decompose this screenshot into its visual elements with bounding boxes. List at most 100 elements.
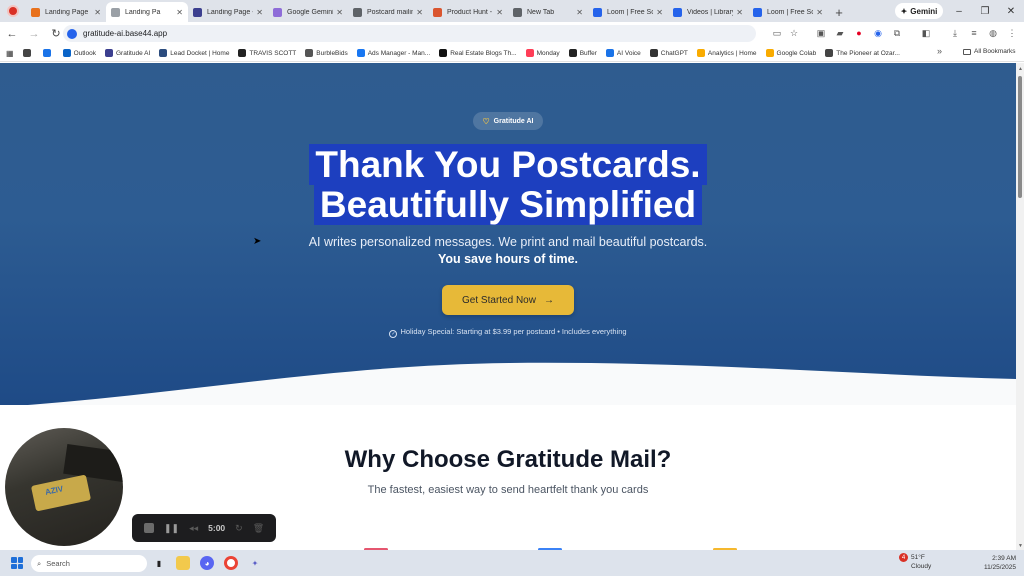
- pinterest-icon[interactable]: ●: [851, 25, 867, 41]
- browser-tab[interactable]: Loom | Free Sc ✕: [588, 2, 668, 22]
- browser-tab[interactable]: Landing Pa ✕: [106, 2, 188, 22]
- scroll-down-icon[interactable]: ▼: [1018, 543, 1023, 549]
- browser-tab[interactable]: Product Hunt - ✕: [428, 2, 508, 22]
- restart-icon[interactable]: ↻: [235, 523, 243, 534]
- tab-favicon-icon: [513, 7, 522, 17]
- side-panel-icon[interactable]: ◧: [918, 25, 934, 41]
- maximize-button[interactable]: ❐: [972, 0, 998, 22]
- bookmark-item[interactable]: BurbleBids: [305, 49, 348, 57]
- close-tab-icon[interactable]: ✕: [256, 8, 263, 17]
- browser-tab[interactable]: New Tab ✕: [508, 2, 588, 22]
- browser-tab[interactable]: Landing Page - ✕: [188, 2, 268, 22]
- bookmark-favicon-icon: [42, 49, 51, 57]
- browser-tab[interactable]: Google Gemini ✕: [268, 2, 348, 22]
- teams-icon[interactable]: ✦: [248, 556, 262, 570]
- bookmark-item[interactable]: Monday: [525, 49, 560, 57]
- site-info-icon[interactable]: [67, 28, 77, 39]
- browser-tab[interactable]: Loom | Free Sc ✕: [748, 2, 828, 22]
- back-button[interactable]: ←: [2, 24, 22, 44]
- menu-icon[interactable]: ⋮: [1004, 25, 1020, 41]
- tab-label: Landing Pa: [125, 8, 161, 16]
- bookmark-item[interactable]: Outlook: [62, 49, 96, 57]
- chrome-icon[interactable]: [224, 556, 238, 570]
- close-tab-icon[interactable]: ✕: [496, 8, 503, 17]
- extension-photo-icon[interactable]: ▣: [813, 25, 829, 41]
- scrollbar-thumb[interactable]: [1018, 76, 1022, 198]
- bookmark-item[interactable]: Lead Docket | Home: [159, 49, 229, 57]
- extensions-icon[interactable]: ⧉: [889, 25, 905, 41]
- recording-indicator[interactable]: [0, 0, 26, 22]
- close-tab-icon[interactable]: ✕: [336, 8, 343, 17]
- new-tab-button[interactable]: +: [828, 2, 850, 22]
- tab-favicon-icon: [353, 7, 362, 17]
- stop-recording-button[interactable]: [144, 523, 154, 533]
- bookmark-item[interactable]: Real Estate Blogs Th...: [439, 49, 517, 57]
- close-tab-icon[interactable]: ✕: [656, 8, 663, 17]
- bookmark-favicon-icon: [525, 49, 534, 57]
- webcam-bubble[interactable]: AZIV: [5, 428, 123, 546]
- system-clock[interactable]: 2:39 AM 11/25/2025: [976, 554, 1016, 572]
- taskbar-search[interactable]: ⌕ Search: [31, 555, 147, 572]
- bookmark-item[interactable]: ChatGPT: [649, 49, 688, 57]
- bookmark-item[interactable]: TRAVIS SCOTT: [238, 49, 296, 57]
- bookmark-item[interactable]: AI Voice: [605, 49, 641, 57]
- scroll-up-icon[interactable]: ▲: [1018, 66, 1023, 72]
- bookmark-favicon-icon: [568, 49, 577, 57]
- all-bookmarks[interactable]: All Bookmarks: [963, 48, 1016, 55]
- clock-date: 11/25/2025: [983, 564, 1016, 571]
- bookmark-star-icon[interactable]: ☆: [786, 25, 802, 41]
- profile-avatar[interactable]: ◍: [985, 25, 1001, 41]
- rewind-icon[interactable]: ◂◂: [189, 523, 198, 534]
- trash-icon[interactable]: 🗑: [253, 523, 264, 534]
- bookmark-item[interactable]: Ads Manager - Man...: [356, 49, 430, 57]
- cast-icon[interactable]: ▭: [769, 25, 785, 41]
- tab-favicon-icon: [111, 7, 120, 17]
- bookmark-item[interactable]: Buffer: [568, 49, 597, 57]
- close-tab-icon[interactable]: ✕: [816, 8, 823, 17]
- tab-label: Product Hunt -: [447, 8, 493, 16]
- browser-tab[interactable]: Postcard mailin ✕: [348, 2, 428, 22]
- bookmark-item[interactable]: Analytics | Home: [696, 49, 757, 57]
- close-window-button[interactable]: ✕: [998, 0, 1024, 22]
- task-view-icon[interactable]: ▮: [152, 556, 166, 570]
- bookmark-item[interactable]: The Pioneer at Ozar...: [825, 49, 900, 57]
- close-tab-icon[interactable]: ✕: [576, 8, 583, 17]
- weather-widget[interactable]: 51°F Cloudy: [911, 553, 931, 571]
- search-placeholder: Search: [46, 559, 70, 568]
- get-started-button[interactable]: Get Started Now →: [442, 285, 574, 315]
- arrow-right-icon: →: [543, 294, 554, 306]
- forward-button[interactable]: →: [24, 24, 44, 44]
- tab-search-icon[interactable]: ≡: [966, 25, 982, 41]
- discord-icon[interactable]: ◕: [200, 556, 214, 570]
- download-icon[interactable]: ⤓: [947, 25, 963, 41]
- hero-wave: [0, 362, 1016, 413]
- tab-label: Videos | Library: [687, 8, 734, 16]
- extension-folder-icon[interactable]: ▰: [832, 25, 848, 41]
- windows-start-icon[interactable]: [11, 557, 23, 569]
- browser-tab[interactable]: Landing Page ✕: [26, 2, 106, 22]
- more-bookmarks-icon[interactable]: »: [937, 46, 942, 56]
- bookmark-item[interactable]: [42, 49, 54, 57]
- loom-extension-icon[interactable]: ◉: [870, 25, 886, 41]
- close-tab-icon[interactable]: ✕: [94, 8, 101, 17]
- close-tab-icon[interactable]: ✕: [176, 8, 183, 17]
- gemini-button[interactable]: ✦ Gemini: [895, 3, 943, 19]
- close-tab-icon[interactable]: ✕: [736, 8, 743, 17]
- features-subtitle: The fastest, easiest way to send heartfe…: [367, 484, 649, 496]
- close-tab-icon[interactable]: ✕: [416, 8, 423, 17]
- all-bookmarks-label: All Bookmarks: [974, 48, 1016, 55]
- minimize-button[interactable]: –: [946, 0, 972, 22]
- bookmark-label: Google Colab: [776, 49, 817, 57]
- bookmark-item[interactable]: [22, 49, 34, 57]
- pause-icon[interactable]: ❚❚: [164, 523, 179, 534]
- browser-tab[interactable]: Videos | Library ✕: [668, 2, 748, 22]
- bookmark-item[interactable]: Google Colab: [765, 49, 817, 57]
- bookmark-item[interactable]: Gratitude AI: [104, 49, 150, 57]
- address-bar[interactable]: gratitude-ai.base44.app: [63, 25, 756, 42]
- apps-grid-icon[interactable]: ▦: [6, 49, 14, 58]
- file-explorer-icon[interactable]: [176, 556, 190, 570]
- bookmark-label: ChatGPT: [660, 49, 688, 57]
- recorder-controls: ❚❚ ◂◂ 5:00 ↻ 🗑: [132, 514, 276, 542]
- tab-label: Postcard mailin: [367, 8, 414, 16]
- clock-time: 2:39 AM: [992, 555, 1016, 562]
